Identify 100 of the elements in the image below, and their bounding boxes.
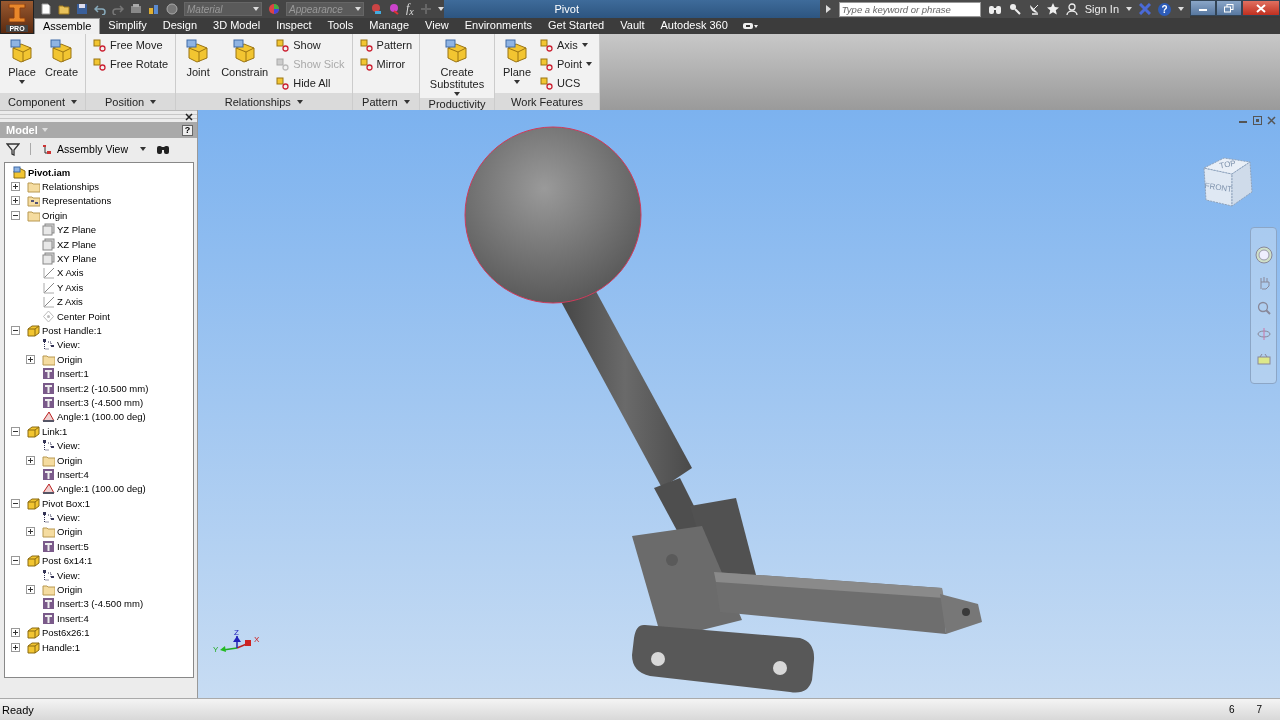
satellite-dish-icon[interactable]: [1027, 3, 1040, 15]
tree-item[interactable]: Relationships: [5, 179, 193, 194]
tree-item[interactable]: View:: [5, 567, 193, 583]
undo-icon[interactable]: [94, 3, 106, 15]
expand-icon[interactable]: [11, 196, 20, 206]
panel-title-button[interactable]: Work Features: [495, 93, 600, 110]
tree-item[interactable]: Angle:1 (100.00 deg): [5, 481, 193, 496]
tree-item[interactable]: XY Plane: [5, 251, 193, 266]
person-icon[interactable]: [1065, 3, 1078, 15]
color-wheel-icon[interactable]: [268, 3, 280, 15]
panel-title-button[interactable]: Component: [0, 93, 86, 110]
circle-icon[interactable]: [166, 3, 178, 15]
tool-button[interactable]: Plane: [499, 36, 536, 93]
new-file-icon[interactable]: [40, 3, 52, 15]
tree-item[interactable]: View:: [5, 438, 193, 453]
panel-title-button[interactable]: Position: [86, 93, 176, 110]
tree-item[interactable]: Insert:2 (-10.500 mm): [5, 380, 193, 396]
model-viewport[interactable]: FRONT TOP X Y Z: [198, 110, 1280, 698]
tree-item[interactable]: Post6x26:1: [5, 625, 193, 640]
tree-item[interactable]: Insert:3 (-4.500 mm): [5, 596, 193, 612]
filter-icon[interactable]: [6, 142, 20, 156]
tree-item[interactable]: View:: [5, 510, 193, 525]
tree-item[interactable]: Insert:3 (-4.500 mm): [5, 395, 193, 410]
tool-button[interactable]: Pattern: [356, 36, 416, 54]
panel-title-button[interactable]: Relationships: [176, 93, 352, 110]
collapse-icon[interactable]: [11, 326, 20, 335]
ribbon-tab[interactable]: Get Started: [540, 18, 613, 34]
ribbon-tab[interactable]: 3D Model: [205, 18, 269, 34]
tool-button[interactable]: Constrain: [218, 36, 272, 93]
ribbon-tab[interactable]: Design: [154, 18, 206, 34]
ribbon-tab[interactable]: Tools: [319, 18, 362, 34]
tree-item[interactable]: Insert:4: [5, 467, 193, 482]
tree-item[interactable]: XZ Plane: [5, 236, 193, 252]
expand-icon[interactable]: [26, 354, 35, 364]
tool-button[interactable]: Mirror: [356, 55, 416, 73]
expand-icon[interactable]: [823, 3, 832, 15]
print-icon[interactable]: [130, 3, 142, 15]
save-icon[interactable]: [76, 3, 88, 15]
tree-item[interactable]: Post 6x14:1: [5, 553, 193, 568]
tree-item[interactable]: Origin: [5, 524, 193, 540]
restore-icon[interactable]: [1253, 116, 1262, 125]
expand-icon[interactable]: [26, 455, 35, 465]
binoculars-icon[interactable]: [987, 3, 1002, 15]
tree-item[interactable]: Center Point: [5, 308, 193, 324]
close-button[interactable]: [1242, 0, 1280, 16]
ribbon-tab[interactable]: Inspect: [268, 18, 320, 34]
collapse-icon[interactable]: [11, 556, 20, 566]
tree-item[interactable]: YZ Plane: [5, 222, 193, 237]
ribbon-tab[interactable]: Manage: [361, 18, 418, 34]
lever-assembly-drawing[interactable]: [464, 126, 982, 693]
collapse-icon[interactable]: [11, 210, 20, 220]
tool-button[interactable]: Hide All: [273, 74, 348, 92]
tree-item[interactable]: Angle:1 (100.00 deg): [5, 409, 193, 425]
tool-button[interactable]: Free Move: [90, 36, 172, 54]
tree-item[interactable]: Pivot Box:1: [5, 496, 193, 511]
help-button[interactable]: ?: [182, 124, 193, 136]
expand-icon[interactable]: [11, 182, 20, 192]
update-icon[interactable]: [148, 3, 160, 15]
ribbon-tab[interactable]: Vault: [612, 18, 653, 34]
tool-button[interactable]: Point: [537, 55, 596, 73]
expand-icon[interactable]: [26, 527, 35, 537]
tree-item[interactable]: Post Handle:1: [5, 323, 193, 338]
tree-item[interactable]: Origin: [5, 452, 193, 468]
tree-item[interactable]: Link:1: [5, 424, 193, 439]
tree-item[interactable]: Representations: [5, 193, 193, 209]
tool-button[interactable]: UCS: [537, 74, 596, 92]
tool-button[interactable]: Free Rotate: [90, 55, 172, 73]
folder-icon[interactable]: [58, 3, 70, 15]
tree-item[interactable]: Origin: [5, 208, 193, 223]
panel-title-button[interactable]: Productivity: [420, 98, 495, 110]
tree-item[interactable]: View:: [5, 337, 193, 353]
ribbon-tab[interactable]: View: [417, 18, 457, 34]
ribbon-tab[interactable]: Autodesk 360: [652, 18, 736, 34]
collapse-icon[interactable]: [11, 498, 20, 508]
tree-item[interactable]: Insert:4: [5, 611, 193, 626]
tool-button[interactable]: Joint: [180, 36, 217, 93]
tree-item[interactable]: Pivot.iam: [5, 165, 193, 180]
expand-icon[interactable]: [26, 585, 35, 594]
formula-button[interactable]: f$_{x}$: [406, 0, 414, 18]
tree-item[interactable]: Insert:1: [5, 366, 193, 381]
tree-item[interactable]: X Axis: [5, 265, 193, 281]
tool-button[interactable]: Show: [273, 36, 348, 54]
tree-item[interactable]: Z Axis: [5, 294, 193, 309]
tool-button[interactable]: Place: [4, 36, 40, 93]
paint-icon[interactable]: [370, 3, 382, 15]
view-dropdown[interactable]: Assembly View: [30, 143, 146, 155]
tree-item[interactable]: Origin: [5, 352, 193, 367]
close-icon[interactable]: [185, 112, 193, 121]
help-button[interactable]: ?: [1158, 2, 1171, 16]
binoculars-icon[interactable]: [156, 143, 170, 155]
ribbon-tab[interactable]: Environments: [456, 18, 540, 34]
key-icon[interactable]: [1008, 3, 1021, 15]
expand-icon[interactable]: [11, 628, 20, 638]
star-icon[interactable]: [1046, 3, 1059, 15]
ribbon-tab[interactable]: Assemble: [34, 18, 101, 34]
ribbon-tab[interactable]: Simplify: [100, 18, 155, 34]
tool-button[interactable]: Create: [42, 36, 82, 93]
steering-wheel-icon[interactable]: [1254, 245, 1273, 264]
tree-item[interactable]: Origin: [5, 582, 193, 597]
tree-item[interactable]: Insert:5: [5, 539, 193, 554]
